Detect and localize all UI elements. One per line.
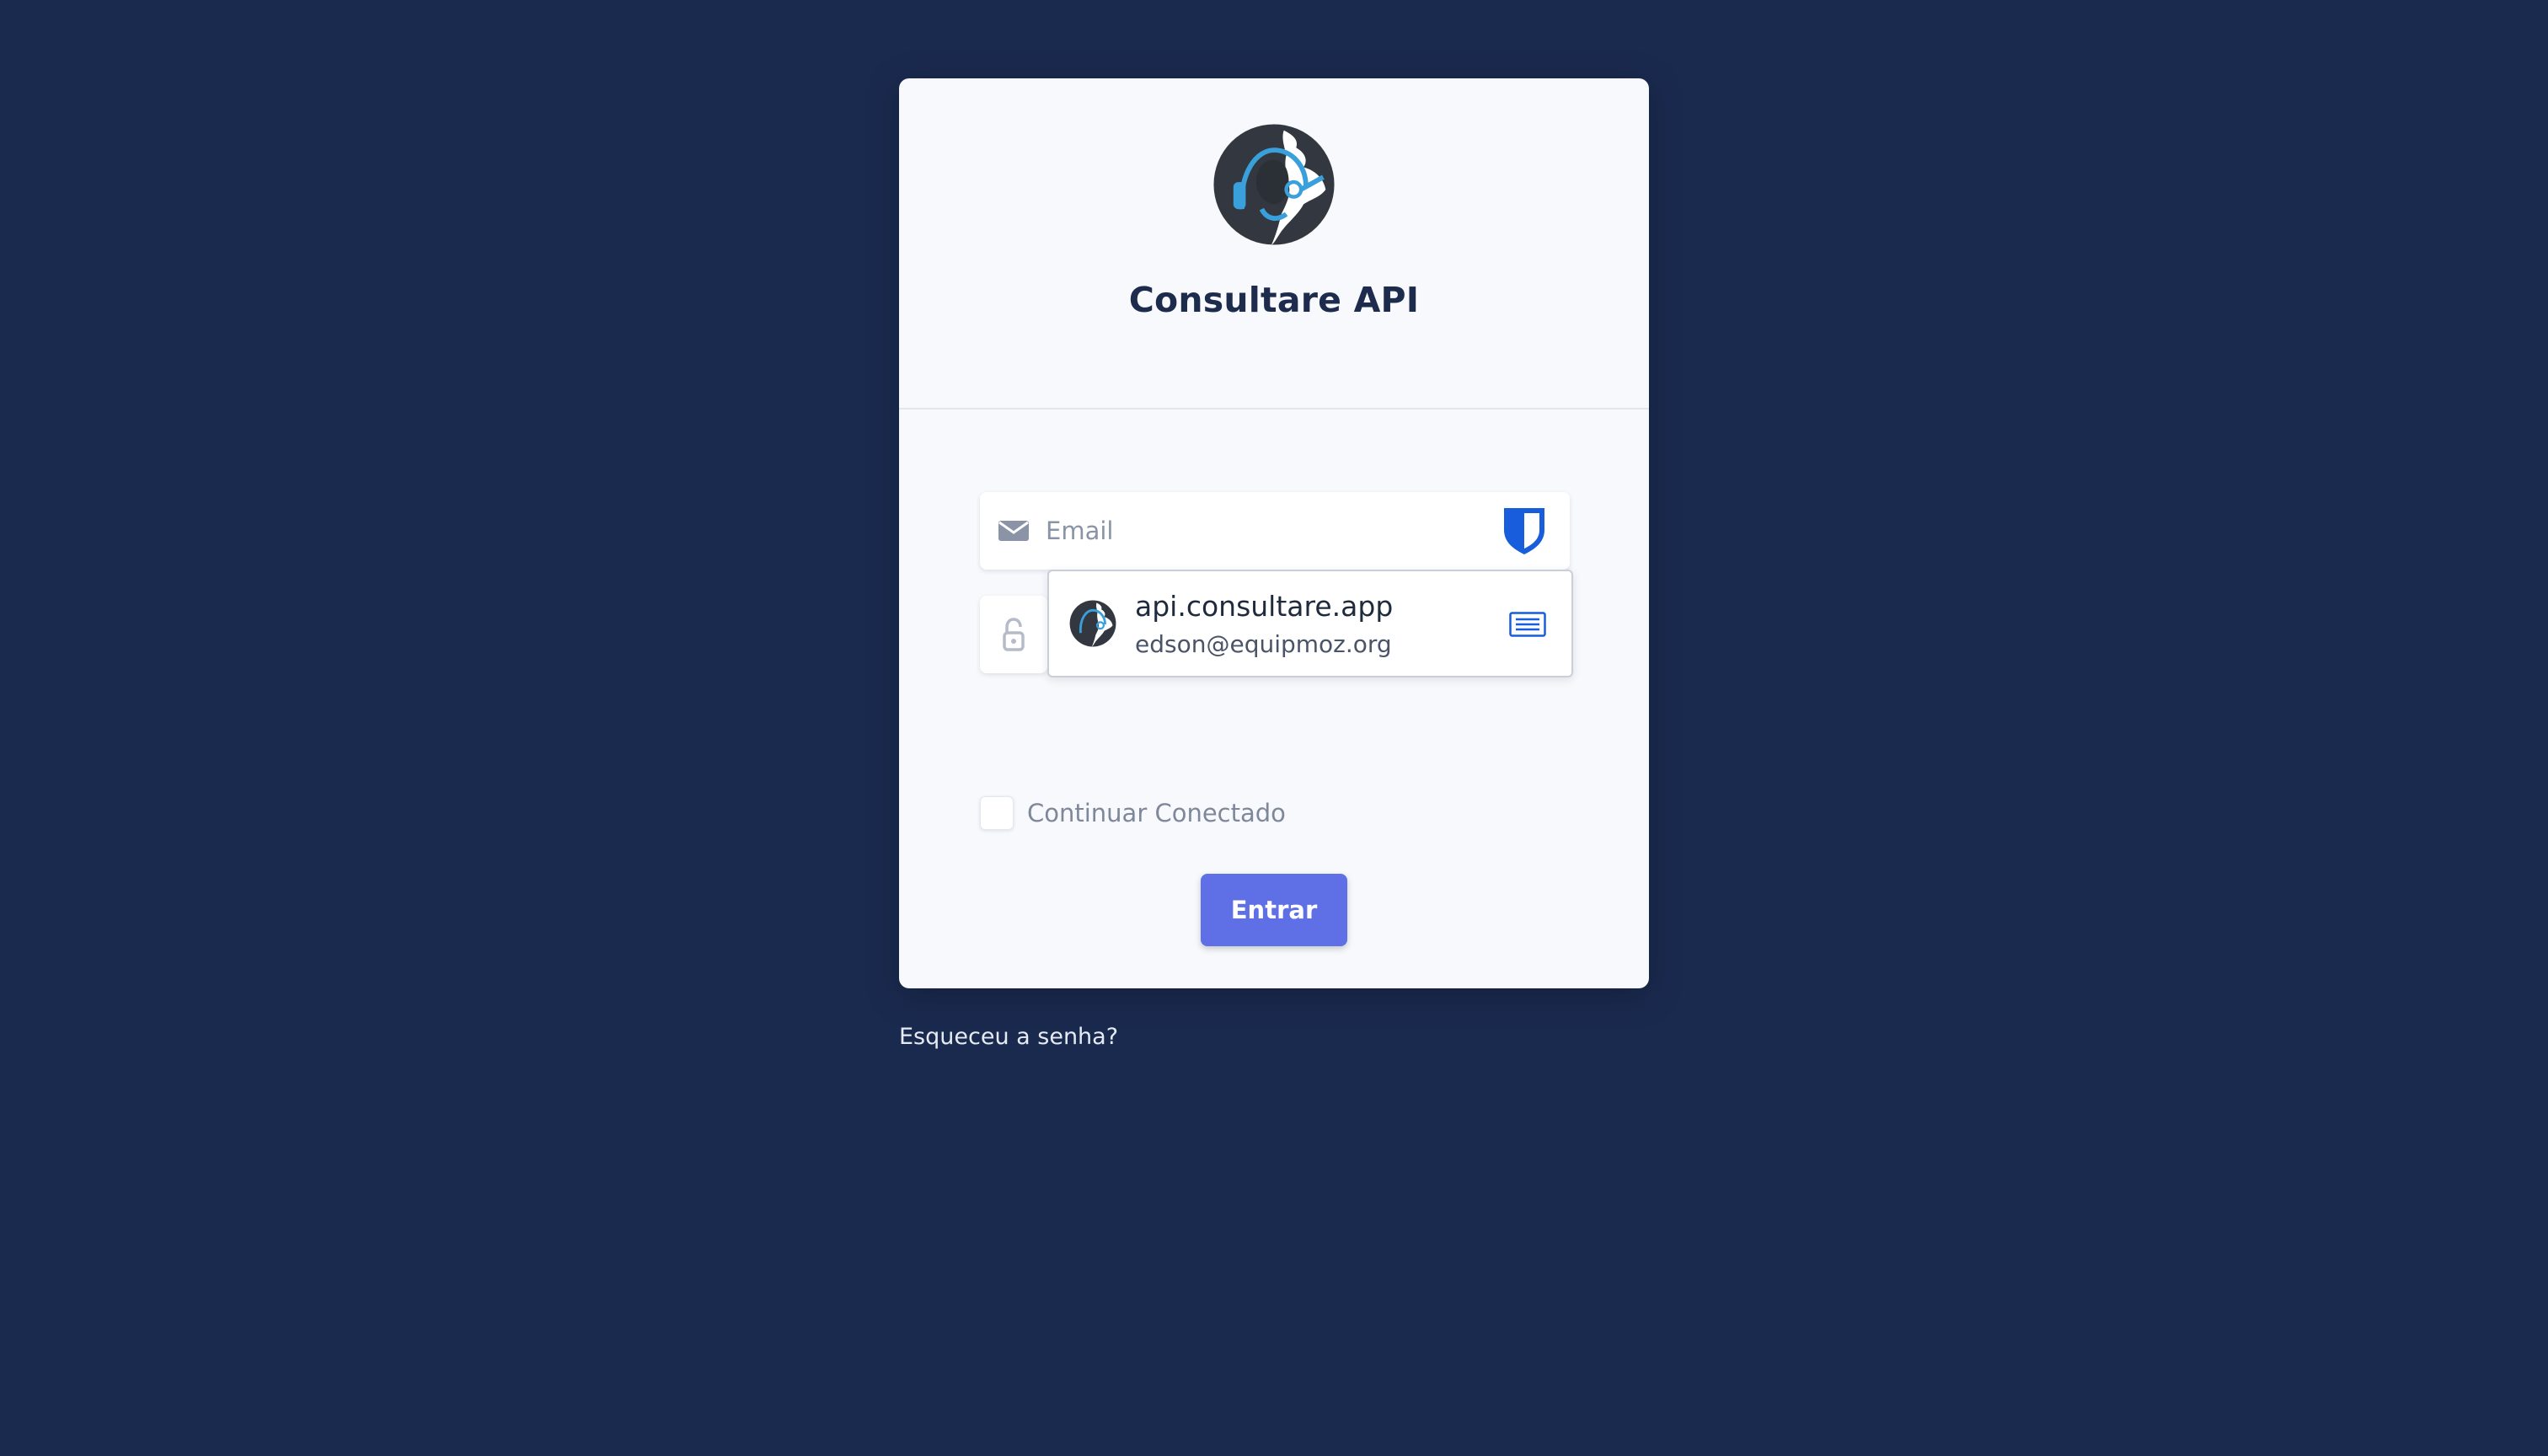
page-title: Consultare API bbox=[1128, 280, 1420, 320]
lock-icon bbox=[1003, 618, 1025, 651]
envelope-icon bbox=[998, 521, 1029, 541]
autofill-suggestion[interactable]: api.consultare.app edson@equipmoz.org bbox=[1047, 570, 1573, 677]
site-favicon-icon bbox=[1069, 600, 1116, 647]
fill-card-icon[interactable] bbox=[1509, 612, 1546, 637]
password-field[interactable] bbox=[980, 596, 1047, 673]
bitwarden-shield-icon[interactable] bbox=[1502, 506, 1546, 555]
globe-headset-logo bbox=[1213, 124, 1335, 245]
email-input[interactable] bbox=[1046, 492, 1484, 570]
remember-label: Continuar Conectado bbox=[1027, 799, 1286, 827]
autofill-site: api.consultare.app bbox=[1135, 590, 1394, 623]
email-field[interactable] bbox=[980, 492, 1570, 570]
forgot-password-link[interactable]: Esqueceu a senha? bbox=[899, 1024, 1118, 1050]
login-button[interactable]: Entrar bbox=[1201, 874, 1347, 946]
login-card: Consultare API api.consultare.app edson@… bbox=[899, 78, 1649, 988]
remember-checkbox[interactable] bbox=[980, 796, 1014, 830]
remember-me[interactable]: Continuar Conectado bbox=[980, 796, 1286, 830]
autofill-username: edson@equipmoz.org bbox=[1135, 630, 1392, 658]
card-header: Consultare API bbox=[899, 78, 1649, 410]
